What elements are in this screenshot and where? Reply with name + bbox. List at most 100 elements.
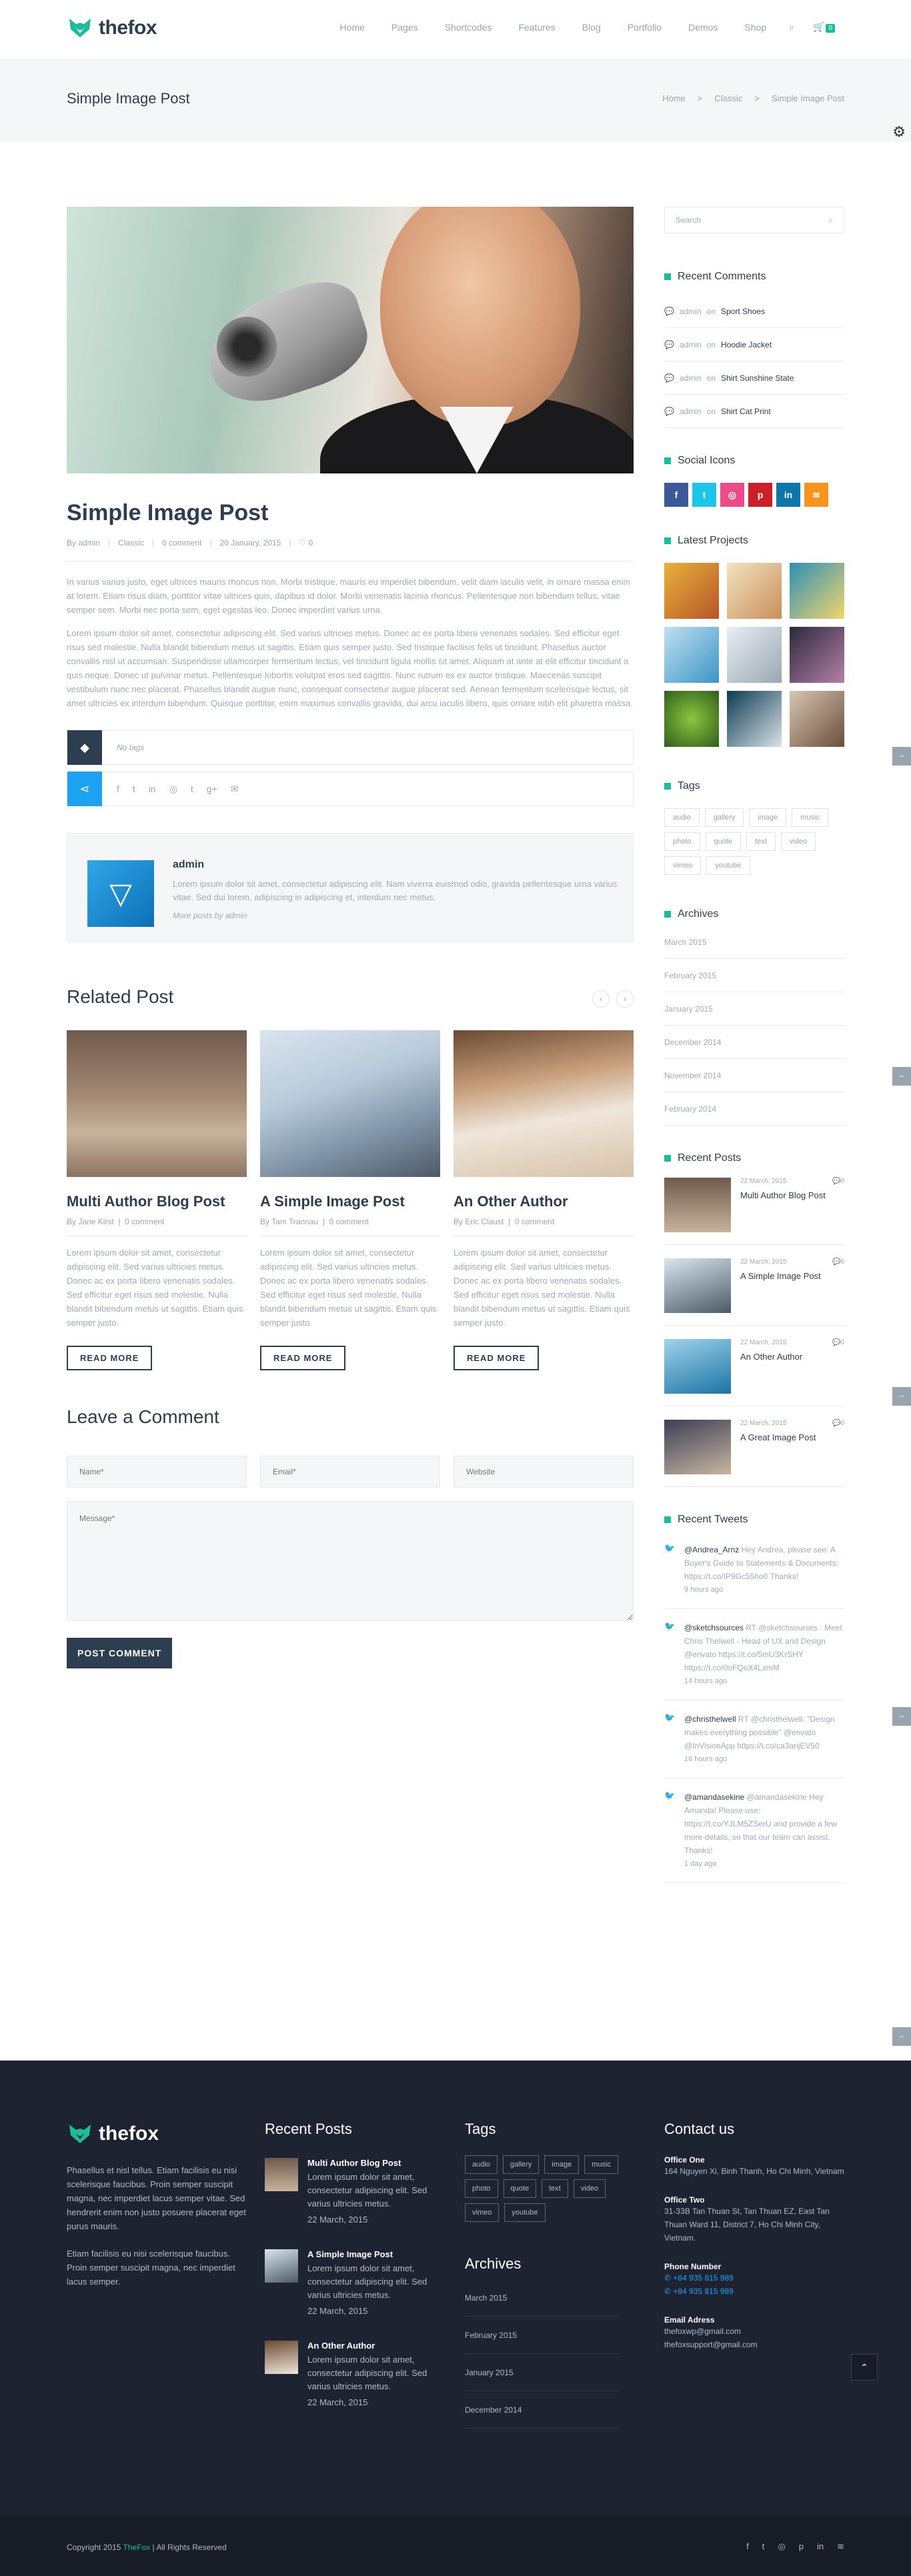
footer-tag[interactable]: gallery	[502, 2155, 540, 2174]
footer-tag[interactable]: audio	[465, 2155, 498, 2174]
archive-link[interactable]: March 2015	[664, 926, 844, 959]
recent-post-title[interactable]: A Great Image Post	[740, 1432, 844, 1442]
footer-post-title[interactable]: A Simple Image Post	[307, 2249, 445, 2259]
project-thumb[interactable]	[790, 691, 844, 747]
tag-link[interactable]: vimeo	[664, 856, 702, 875]
project-thumb[interactable]	[790, 627, 844, 683]
back-to-top-icon[interactable]: ⌃	[851, 2354, 878, 2381]
cart-icon[interactable]: 🛒 0	[804, 21, 844, 33]
settings-gear-icon[interactable]: ⚙	[892, 123, 906, 141]
tag-link[interactable]: audio	[664, 808, 700, 827]
footer-post-thumb[interactable]	[265, 2249, 298, 2283]
footer-post-title[interactable]: Multi Author Blog Post	[307, 2158, 445, 2168]
googleplus-share-icon[interactable]: g+	[207, 784, 217, 795]
nav-portfolio[interactable]: Portfolio	[614, 22, 675, 33]
comment-post[interactable]: Hoodie Jacket	[721, 340, 772, 349]
footer-post-thumb[interactable]	[265, 2341, 298, 2374]
footer-archive-link[interactable]: March 2015	[465, 2279, 618, 2317]
facebook-icon[interactable]: f	[664, 483, 688, 507]
dribbble-icon[interactable]: ◎	[778, 2541, 785, 2552]
tag-link[interactable]: quote	[705, 832, 742, 851]
nav-blog[interactable]: Blog	[569, 22, 614, 33]
email-field[interactable]	[260, 1456, 440, 1488]
tag-link[interactable]: youtube	[706, 856, 750, 875]
nav-pages[interactable]: Pages	[378, 22, 431, 33]
twitter-icon[interactable]: t	[762, 2541, 765, 2552]
footer-tag[interactable]: photo	[465, 2179, 498, 2198]
rss-icon[interactable]: ≋	[804, 483, 828, 507]
footer-tag[interactable]: text	[542, 2179, 568, 2198]
related-comments[interactable]: 0 comment	[125, 1217, 164, 1226]
email-share-icon[interactable]: ✉	[231, 784, 239, 795]
footer-tag[interactable]: quote	[503, 2179, 537, 2198]
tweet-handle[interactable]: @sketchsources	[684, 1623, 744, 1632]
read-more-button[interactable]: READ MORE	[67, 1346, 153, 1370]
recent-post-thumb[interactable]	[664, 1420, 731, 1474]
facebook-icon[interactable]: f	[746, 2541, 749, 2552]
recent-post-title[interactable]: An Other Author	[740, 1352, 844, 1362]
nav-shortcodes[interactable]: Shortcodes	[431, 22, 506, 33]
related-author[interactable]: By Jane Kirst	[67, 1217, 114, 1226]
website-field[interactable]	[453, 1456, 634, 1488]
recent-comment[interactable]: 💬 admin on Shirt Cat Print	[664, 395, 844, 428]
footer-archive-link[interactable]: January 2015	[465, 2354, 618, 2391]
tag-link[interactable]: image	[749, 808, 787, 827]
recent-post[interactable]: 22 March, 2015 💬0 A Simple Image Post	[664, 1245, 844, 1326]
side-panel-toggle-icon[interactable]: −	[892, 2027, 911, 2046]
recent-comment[interactable]: 💬 admin on Hoodie Jacket	[664, 328, 844, 361]
footer-archive-link[interactable]: December 2014	[465, 2391, 618, 2429]
footer-archive-link[interactable]: February 2015	[465, 2317, 618, 2354]
tag-link[interactable]: music	[792, 808, 829, 827]
recent-post-title[interactable]: A Simple Image Post	[740, 1271, 844, 1281]
footer-tag[interactable]: youtube	[504, 2203, 546, 2222]
linkedin-icon[interactable]: in	[776, 483, 800, 507]
post-comment-button[interactable]: POST COMMENT	[67, 1638, 173, 1668]
site-logo[interactable]: thefox	[67, 15, 157, 41]
related-title[interactable]: A Simple Image Post	[260, 1193, 440, 1210]
recent-post-thumb[interactable]	[664, 1339, 731, 1394]
archive-link[interactable]: February 2015	[664, 959, 844, 992]
recent-post-thumb[interactable]	[664, 1178, 731, 1232]
search-icon[interactable]: ⌕	[780, 21, 804, 33]
archive-link[interactable]: November 2014	[664, 1059, 844, 1092]
nav-shop[interactable]: Shop	[731, 22, 780, 33]
reddit-share-icon[interactable]: ◎	[169, 784, 177, 795]
related-image[interactable]	[67, 1030, 247, 1177]
carousel-next-icon[interactable]: ›	[616, 990, 634, 1008]
search-input[interactable]: Search ⌕	[664, 207, 844, 233]
project-thumb[interactable]	[664, 563, 719, 619]
recent-post[interactable]: 22 March, 2015 💬0 Multi Author Blog Post	[664, 1164, 844, 1245]
pinterest-icon[interactable]: p	[799, 2541, 804, 2552]
footer-logo[interactable]: thefox	[67, 2121, 247, 2147]
footer-tag[interactable]: vimeo	[465, 2203, 500, 2222]
project-thumb[interactable]	[727, 627, 782, 683]
related-title[interactable]: An Other Author	[453, 1193, 634, 1210]
side-panel-toggle-icon[interactable]: −	[892, 1387, 911, 1406]
breadcrumb-home[interactable]: Home	[662, 93, 686, 103]
tag-link[interactable]: video	[780, 832, 816, 851]
nav-features[interactable]: Features	[505, 22, 568, 33]
linkedin-share-icon[interactable]: in	[149, 784, 156, 795]
copyright-brand[interactable]: TheFox	[123, 2543, 151, 2552]
twitter-share-icon[interactable]: t	[133, 784, 135, 795]
name-field[interactable]	[67, 1456, 247, 1488]
footer-recent-post[interactable]: An Other Author Lorem ipsum dolor sit ame…	[265, 2341, 445, 2409]
project-thumb[interactable]	[664, 627, 719, 683]
footer-tag[interactable]: video	[573, 2179, 606, 2198]
read-more-button[interactable]: READ MORE	[453, 1346, 540, 1370]
read-more-button[interactable]: READ MORE	[260, 1346, 346, 1370]
search-icon[interactable]: ⌕	[828, 215, 833, 225]
side-panel-toggle-icon[interactable]: −	[892, 747, 911, 766]
nav-home[interactable]: Home	[327, 22, 378, 33]
carousel-prev-icon[interactable]: ‹	[592, 990, 610, 1008]
comment-post[interactable]: Shirt Cat Print	[721, 407, 771, 416]
side-panel-toggle-icon[interactable]: −	[892, 1707, 911, 1726]
footer-recent-post[interactable]: A Simple Image Post Lorem ipsum dolor sit…	[265, 2249, 445, 2318]
side-panel-toggle-icon[interactable]: −	[892, 1067, 911, 1086]
linkedin-icon[interactable]: in	[817, 2541, 824, 2552]
footer-post-title[interactable]: An Other Author	[307, 2341, 445, 2351]
tweet-handle[interactable]: @christhelwell	[684, 1714, 736, 1724]
project-thumb[interactable]	[727, 691, 782, 747]
related-image[interactable]	[260, 1030, 440, 1177]
tweet-handle[interactable]: @amandasekine	[684, 1792, 744, 1802]
